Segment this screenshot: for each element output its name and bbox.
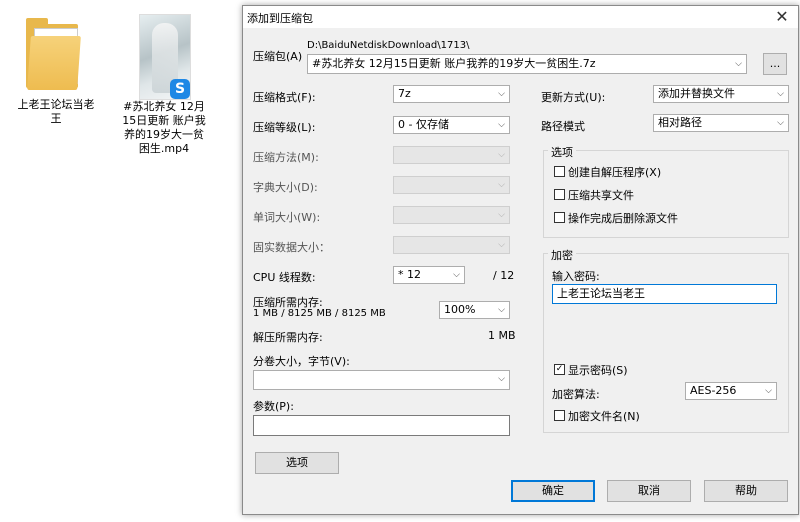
format-value: 7z xyxy=(398,87,411,100)
sfx-checkbox[interactable] xyxy=(554,166,565,177)
dict-label: 字典大小(D): xyxy=(253,181,318,194)
path-mode-select[interactable]: 相对路径 ⌵ xyxy=(653,114,789,132)
chevron-down-icon: ⌵ xyxy=(777,118,784,128)
cancel-button[interactable]: 取消 xyxy=(607,480,691,502)
folder-icon xyxy=(26,18,82,92)
enc-method-label: 加密算法: xyxy=(552,388,600,401)
delete-checkbox[interactable] xyxy=(554,212,565,223)
close-icon[interactable]: ✕ xyxy=(772,7,792,26)
options-group-title: 选项 xyxy=(548,144,576,160)
encrypt-names-checkbox[interactable] xyxy=(554,410,565,421)
archive-name-value: #苏北养女 12月15日更新 账户我养的19岁大一贫困生.7z xyxy=(312,57,596,70)
volume-combo[interactable]: ⌵ xyxy=(253,370,510,390)
params-input[interactable] xyxy=(253,415,510,436)
browse-button[interactable]: ... xyxy=(763,53,787,75)
archive-path: D:\BaiduNetdiskDownload\1713\ xyxy=(307,40,470,51)
update-select[interactable]: 添加并替换文件 ⌵ xyxy=(653,85,789,103)
update-label: 更新方式(U): xyxy=(541,91,606,104)
enc-method-select[interactable]: AES-256 ⌵ xyxy=(685,382,777,400)
path-mode-value: 相对路径 xyxy=(658,116,702,129)
volume-label: 分卷大小，字节(V): xyxy=(253,355,350,368)
chevron-down-icon: ⌵ xyxy=(498,89,505,99)
solid-select: ⌵ xyxy=(393,236,510,254)
player-badge-icon: S xyxy=(170,79,190,99)
level-label: 压缩等级(L): xyxy=(253,121,316,134)
mem-comp-value: 1 MB / 8125 MB / 8125 MB xyxy=(253,308,386,319)
title-bar: 添加到压缩包 ✕ xyxy=(243,6,798,28)
chevron-down-icon: ⌵ xyxy=(777,89,784,99)
level-select[interactable]: 0 - 仅存储 ⌵ xyxy=(393,116,510,134)
format-select[interactable]: 7z ⌵ xyxy=(393,85,510,103)
word-label: 单词大小(W): xyxy=(253,211,321,224)
archive-name-combo[interactable]: #苏北养女 12月15日更新 账户我养的19岁大一贫困生.7z ⌵ xyxy=(307,54,747,74)
encrypt-names-label: 加密文件名(N) xyxy=(568,410,640,423)
mem-decomp-value: 1 MB xyxy=(488,329,516,342)
level-value: 0 - 仅存储 xyxy=(398,118,449,131)
shared-checkbox[interactable] xyxy=(554,189,565,200)
cpu-max: / 12 xyxy=(493,269,515,282)
solid-label: 固实数据大小： xyxy=(253,241,330,254)
dict-select: ⌵ xyxy=(393,176,510,194)
sfx-label: 创建自解压程序(X) xyxy=(568,166,662,179)
mem-decomp-label: 解压所需内存: xyxy=(253,331,323,344)
archive-label: 压缩包(A) xyxy=(253,50,303,63)
method-label: 压缩方法(M): xyxy=(253,151,319,164)
cpu-value: * 12 xyxy=(398,268,421,281)
ok-button[interactable]: 确定 xyxy=(511,480,595,502)
help-button[interactable]: 帮助 xyxy=(704,480,788,502)
desktop-video-label: #苏北养女 12月 15日更新 账户我 养的19岁大一贫 困生.mp4 xyxy=(122,100,206,155)
chevron-down-icon: ⌵ xyxy=(498,374,505,384)
chevron-down-icon: ⌵ xyxy=(498,120,505,130)
mem-percent-value: 100% xyxy=(444,303,476,316)
password-label: 输入密码: xyxy=(552,270,600,283)
chevron-down-icon: ⌵ xyxy=(498,150,505,160)
dialog-title: 添加到压缩包 xyxy=(247,12,313,25)
encrypt-group-title: 加密 xyxy=(548,247,576,263)
chevron-down-icon: ⌵ xyxy=(498,305,505,315)
method-select: ⌵ xyxy=(393,146,510,164)
delete-label: 操作完成后删除源文件 xyxy=(568,212,678,225)
chevron-down-icon: ⌵ xyxy=(765,386,772,396)
enc-method-value: AES-256 xyxy=(690,384,737,397)
show-password-checkbox[interactable]: ✓ xyxy=(554,364,565,375)
chevron-down-icon: ⌵ xyxy=(498,240,505,250)
show-password-label: 显示密码(S) xyxy=(568,364,628,377)
cpu-select[interactable]: * 12 ⌵ xyxy=(393,266,465,284)
mem-percent-select[interactable]: 100% ⌵ xyxy=(439,301,510,319)
update-value: 添加并替换文件 xyxy=(658,87,735,100)
path-mode-label: 路径模式 xyxy=(541,120,585,133)
chevron-down-icon: ⌵ xyxy=(498,210,505,220)
chevron-down-icon: ⌵ xyxy=(453,270,460,280)
chevron-down-icon: ⌵ xyxy=(498,180,505,190)
cpu-label: CPU 线程数: xyxy=(253,271,316,284)
shared-label: 压缩共享文件 xyxy=(568,189,634,202)
word-select: ⌵ xyxy=(393,206,510,224)
chevron-down-icon: ⌵ xyxy=(735,59,742,69)
desktop-folder-label: 上老王论坛当老 王 xyxy=(17,98,95,125)
params-label: 参数(P): xyxy=(253,400,294,413)
format-label: 压缩格式(F): xyxy=(253,91,316,104)
add-to-archive-dialog: 添加到压缩包 ✕ 压缩包(A) D:\BaiduNetdiskDownload\… xyxy=(242,5,799,515)
options-button[interactable]: 选项 xyxy=(255,452,339,474)
password-input[interactable]: 上老王论坛当老王 xyxy=(552,284,777,304)
